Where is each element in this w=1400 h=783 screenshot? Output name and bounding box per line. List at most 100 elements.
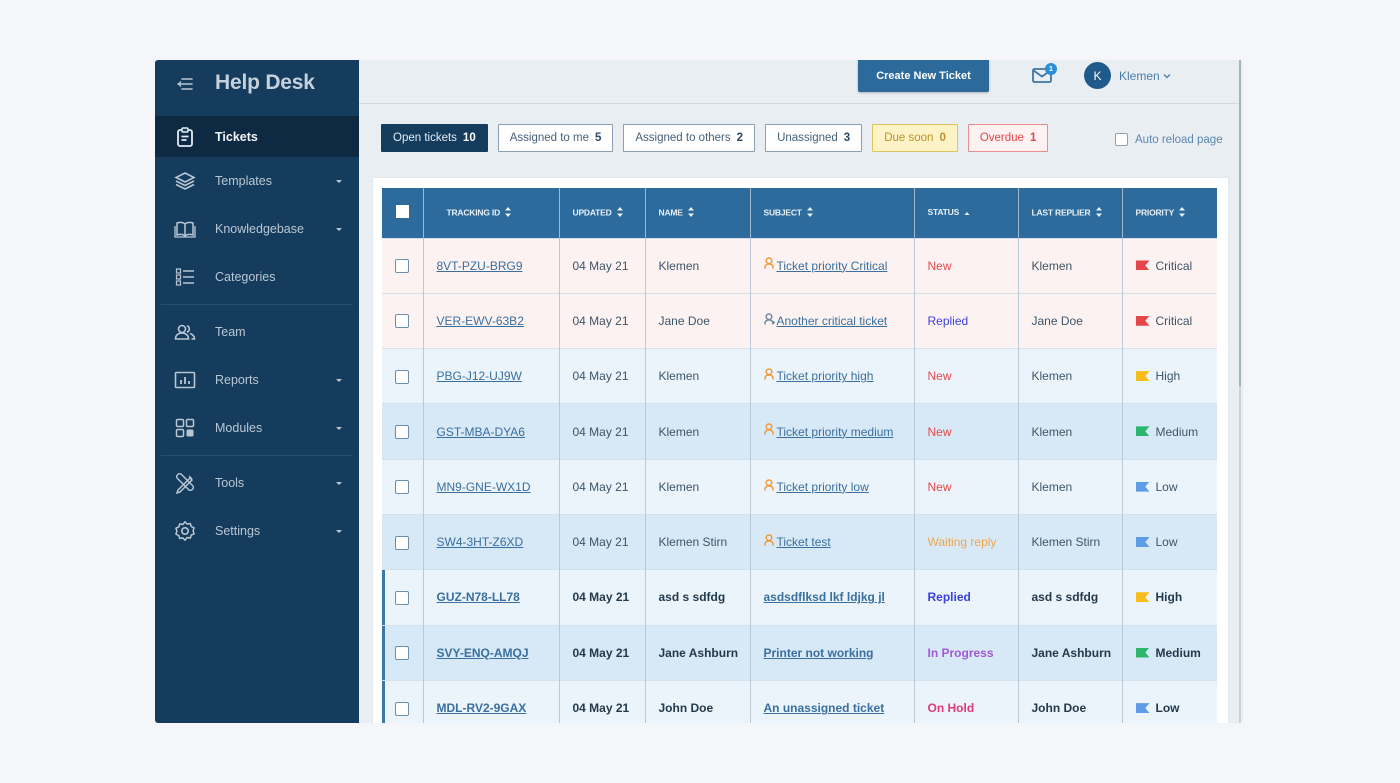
tracking-id-link[interactable]: MDL-RV2-9GAX (437, 701, 527, 715)
tracking-id-link[interactable]: SVY-ENQ-AMQJ (437, 646, 529, 660)
caret-down-icon (336, 179, 342, 183)
filter-assigned-to-others[interactable]: Assigned to others 2 (623, 124, 756, 152)
sidebar-item-templates[interactable]: Templates (155, 157, 359, 205)
priority-cell: Low (1122, 458, 1217, 515)
subject-link[interactable]: Ticket priority Critical (777, 259, 888, 273)
column-header-label: NAME (658, 207, 683, 217)
sidebar-item-categories[interactable]: Categories (155, 253, 359, 301)
tracking-id-link[interactable]: 8VT-PZU-BRG9 (437, 259, 523, 273)
subject-link[interactable]: Ticket test (777, 535, 831, 549)
row-checkbox[interactable] (395, 701, 410, 716)
subject-link[interactable]: Ticket priority medium (777, 425, 894, 439)
gear-icon (155, 520, 215, 542)
column-header-tracking-id[interactable]: TRACKING ID (423, 188, 560, 238)
sidebar-item-tools[interactable]: Tools (155, 459, 359, 507)
row-checkbox[interactable] (395, 424, 410, 439)
subject-cell: Ticket test (750, 513, 915, 570)
subject-link[interactable]: Printer not working (764, 646, 874, 660)
name-cell: Klemen (645, 403, 751, 460)
table-row[interactable]: 8VT-PZU-BRG9 04 May 21 Klemen Ticket priori… (382, 237, 1217, 294)
filter-count: 1 (1029, 132, 1037, 144)
priority-cell: Medium (1122, 624, 1217, 681)
avatar: K (1084, 62, 1111, 89)
sidebar-item-modules[interactable]: Modules (155, 404, 359, 452)
column-header-updated[interactable]: UPDATED (559, 188, 646, 238)
filter-due-soon[interactable]: Due soon 0 (872, 124, 958, 152)
subject-link[interactable]: An unassigned ticket (764, 701, 885, 715)
tracking-id-link[interactable]: MN9-GNE-WX1D (437, 480, 531, 494)
sidebar-item-reports[interactable]: Reports (155, 356, 359, 404)
updated-cell: 04 May 21 (559, 348, 646, 404)
help-desk-app: Help Desk Tickets Templates Knowledgebase C… (155, 60, 1243, 723)
row-checkbox[interactable] (395, 314, 410, 329)
name-cell: Klemen (645, 348, 751, 404)
table-row[interactable]: PBG-J12-UJ9W 04 May 21 Klemen Ticket priori… (382, 348, 1217, 404)
table-row[interactable]: SW4-3HT-Z6XD 04 May 21 Klemen Stirn Ticket … (382, 513, 1217, 570)
tracking-id-link[interactable]: VER-EWV-63B2 (437, 314, 524, 328)
column-header-label: LAST REPLIER (1031, 207, 1091, 217)
filter-overdue[interactable]: Overdue 1 (967, 124, 1049, 152)
user-menu[interactable]: K Klemen (1084, 62, 1171, 89)
sidebar-item-knowledgebase[interactable]: Knowledgebase (155, 205, 359, 253)
tracking-id-link[interactable]: GST-MBA-DYA6 (437, 425, 525, 439)
filter-unassigned[interactable]: Unassigned 3 (765, 124, 863, 152)
priority-flag-icon (1135, 426, 1150, 437)
column-header-status[interactable]: STATUS (914, 188, 1019, 238)
table-row[interactable]: MN9-GNE-WX1D 04 May 21 Klemen Ticket priori… (382, 458, 1217, 515)
sidebar-item-tickets[interactable]: Tickets (155, 116, 359, 157)
table-row[interactable]: GUZ-N78-LL78 04 May 21 asd s sdfdg asdsdflk… (382, 569, 1217, 626)
column-header-last-replier[interactable]: LAST REPLIER (1018, 188, 1123, 238)
scrollbar-thumb[interactable] (1239, 60, 1241, 386)
assigned-user-icon (763, 257, 775, 272)
chevron-down-icon (1163, 73, 1171, 78)
auto-reload-toggle[interactable]: Auto reload page (1115, 133, 1223, 146)
status-cell: Replied (914, 292, 1019, 349)
collapse-menu-icon[interactable] (155, 77, 215, 91)
sort-icon (806, 206, 813, 219)
column-header-subject[interactable]: SUBJECT (750, 188, 915, 238)
row-checkbox[interactable] (395, 590, 410, 605)
auto-reload-checkbox[interactable] (1115, 133, 1128, 146)
filter-assigned-to-me[interactable]: Assigned to me 5 (497, 124, 614, 152)
select-all-checkbox[interactable] (395, 205, 409, 219)
tracking-id-link[interactable]: GUZ-N78-LL78 (437, 590, 520, 604)
row-checkbox[interactable] (395, 259, 410, 274)
subject-link[interactable]: Ticket priority low (777, 480, 869, 494)
filter-open-tickets[interactable]: Open tickets 10 (381, 124, 488, 152)
status-badge: New (927, 479, 952, 494)
sidebar-nav: Tickets Templates Knowledgebase Categories T… (155, 116, 359, 555)
priority-cell: Low (1122, 513, 1217, 570)
column-header-name[interactable]: NAME (645, 188, 751, 238)
column-header-label: UPDATED (572, 207, 612, 217)
subject-link[interactable]: Ticket priority high (777, 369, 874, 383)
tracking-id-link[interactable]: SW4-3HT-Z6XD (437, 535, 524, 549)
table-row[interactable]: MDL-RV2-9GAX 04 May 21 John Doe An unassign… (382, 679, 1217, 723)
row-checkbox[interactable] (395, 480, 410, 495)
sort-ascending-icon (964, 208, 970, 218)
table-row[interactable]: VER-EWV-63B2 04 May 21 Jane Doe Another cri… (382, 292, 1217, 349)
messages-button[interactable]: 1 (1032, 63, 1057, 86)
subject-cell: Ticket priority medium (750, 403, 915, 460)
assigned-user-icon (763, 368, 775, 383)
status-badge: Replied (927, 590, 971, 605)
tracking-id-link[interactable]: PBG-J12-UJ9W (437, 369, 522, 383)
row-checkbox[interactable] (395, 369, 410, 384)
filter-label: Assigned to others (635, 132, 731, 144)
subject-link[interactable]: asdsdflksd lkf ldjkg jl (764, 590, 885, 604)
table-row[interactable]: SVY-ENQ-AMQJ 04 May 21 Jane Ashburn Printer… (382, 624, 1217, 681)
sidebar-item-settings[interactable]: Settings (155, 507, 359, 555)
create-new-ticket-button[interactable]: Create New Ticket (858, 60, 989, 92)
column-header-priority[interactable]: PRIORITY (1122, 188, 1217, 238)
priority-label: High (1155, 590, 1183, 605)
filter-count: 2 (736, 132, 744, 144)
table-row[interactable]: GST-MBA-DYA6 04 May 21 Klemen Ticket priori… (382, 403, 1217, 460)
sidebar-item-team[interactable]: Team (155, 308, 359, 356)
priority-label: Low (1155, 479, 1178, 494)
row-checkbox[interactable] (395, 646, 410, 661)
assigned-user-icon (763, 478, 775, 494)
row-checkbox[interactable] (395, 535, 410, 550)
subject-link[interactable]: Another critical ticket (777, 314, 888, 328)
subject-cell: Printer not working (750, 624, 915, 681)
sort-icon (616, 206, 623, 219)
sort-icon (687, 206, 694, 219)
